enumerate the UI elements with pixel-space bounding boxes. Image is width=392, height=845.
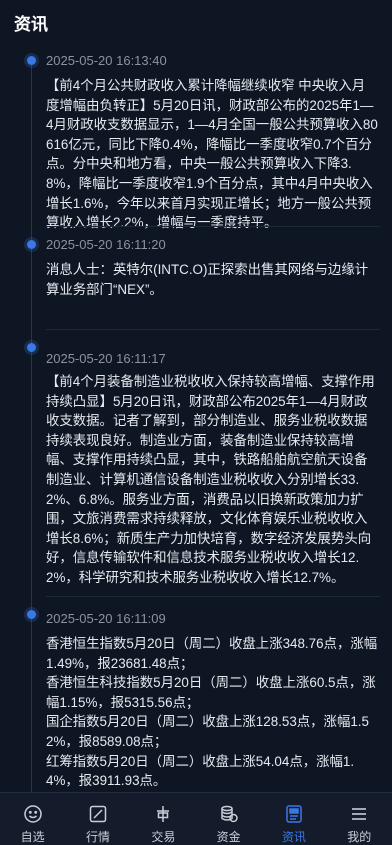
timeline-dot-icon (27, 343, 36, 352)
news-content[interactable]: 香港恒生指数5月20日（周二）收盘上涨348.76点，涨幅1.49%，报2368… (46, 634, 378, 791)
tab-label: 我的 (347, 830, 372, 844)
tab-news[interactable]: 资讯 (261, 793, 326, 845)
news-content[interactable]: 【前4个月装备制造业税收收入保持较高增幅、支撑作用持续凸显】5月20日讯，财政部… (46, 372, 378, 588)
tab-profile[interactable]: 我的 (327, 793, 392, 845)
tab-label: 行情 (85, 830, 110, 844)
news-icon (286, 805, 302, 823)
chart-icon (89, 805, 107, 823)
trade-icon (157, 806, 170, 822)
timeline-dot-icon (27, 610, 36, 619)
timeline-line (31, 60, 32, 792)
news-feed[interactable]: 2025-05-20 16:13:40 【前4个月公共财政收入累计降幅继续收窄 … (0, 42, 392, 792)
divider (46, 596, 380, 597)
coins-icon (220, 805, 238, 823)
tab-label: 资金 (216, 830, 241, 844)
smiley-icon (23, 805, 42, 823)
news-time: 2025-05-20 16:11:20 (46, 237, 166, 252)
timeline-dot-icon (27, 56, 36, 65)
divider (46, 329, 380, 330)
news-time: 2025-05-20 16:13:40 (46, 53, 167, 68)
tab-market[interactable]: 行情 (65, 793, 130, 845)
menu-icon (352, 808, 367, 820)
tab-label: 自选 (20, 830, 45, 844)
bottom-tab-bar: 自选 行情 交易 资金 资讯 我的 (0, 792, 392, 845)
tab-label: 交易 (151, 830, 176, 844)
tab-label: 资讯 (281, 830, 306, 844)
news-content[interactable]: 消息人士：英特尔(INTC.O)正探索出售其网络与边缘计算业务部门“NEX”。 (46, 260, 378, 299)
tab-watchlist[interactable]: 自选 (0, 793, 65, 845)
app-header: 资讯 (0, 0, 392, 42)
news-time: 2025-05-20 16:11:17 (46, 351, 166, 366)
timeline-dot-icon (27, 240, 36, 249)
tab-funds[interactable]: 资金 (196, 793, 261, 845)
tab-trade[interactable]: 交易 (131, 793, 196, 845)
news-time: 2025-05-20 16:11:09 (46, 611, 166, 626)
page-title: 资讯 (14, 15, 48, 34)
news-content[interactable]: 【前4个月公共财政收入累计降幅继续收窄 中央收入月度增幅由负转正】5月20日讯，… (46, 76, 378, 233)
divider (46, 226, 380, 227)
